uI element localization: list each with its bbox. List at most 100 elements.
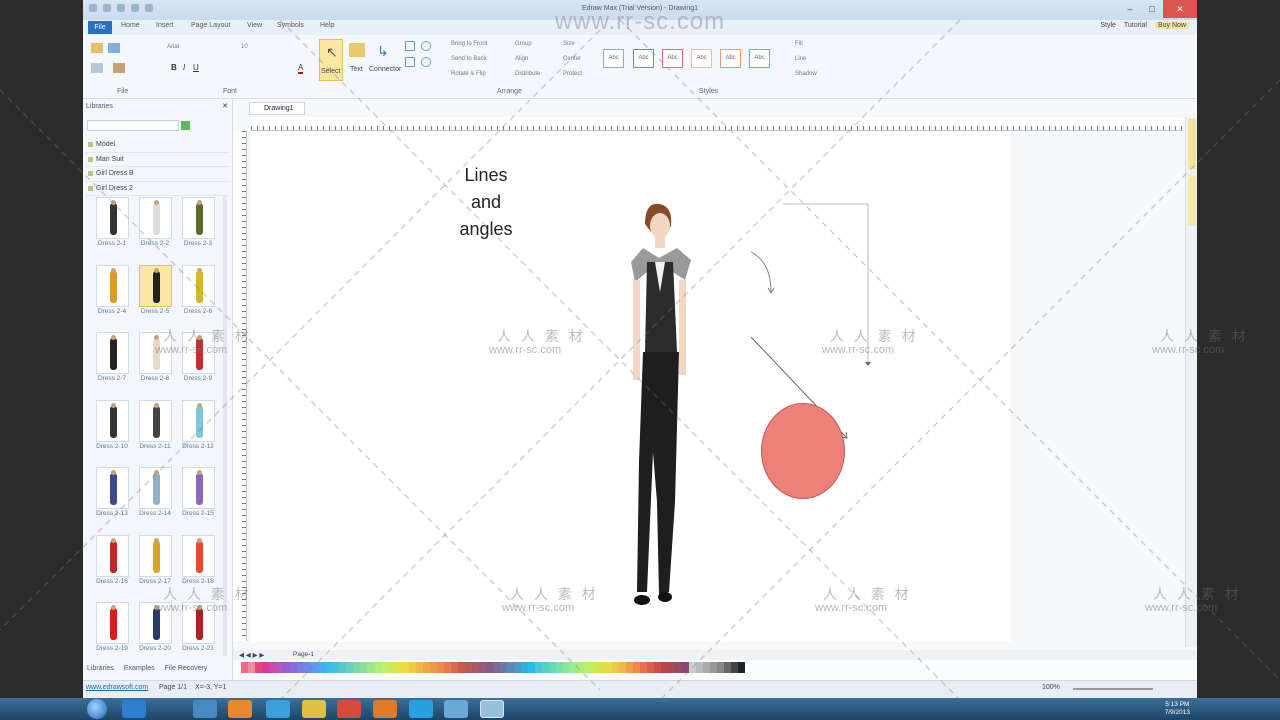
website-link[interactable]: www.edrawsoft.com [86, 684, 148, 691]
chrome-icon[interactable] [337, 700, 361, 718]
color-swatch[interactable] [500, 662, 507, 673]
color-swatch[interactable] [360, 662, 367, 673]
shape-thumbnail[interactable] [96, 264, 129, 307]
shape-thumbnail[interactable] [96, 197, 129, 239]
style-preset-2[interactable]: Abc [633, 49, 654, 68]
size-button[interactable]: Size [563, 41, 575, 47]
color-swatch[interactable] [493, 662, 500, 673]
color-swatch[interactable] [325, 662, 332, 673]
shape-thumbnail[interactable] [182, 197, 215, 239]
text-label[interactable]: Text [350, 66, 363, 73]
color-swatch[interactable] [598, 662, 605, 673]
color-swatch[interactable] [717, 662, 724, 673]
color-swatch[interactable] [353, 662, 360, 673]
open-icon[interactable] [108, 43, 120, 53]
new-icon[interactable] [91, 43, 103, 53]
shape-thumbnail[interactable] [96, 467, 129, 509]
color-swatch[interactable] [255, 662, 262, 673]
font-color-icon[interactable]: A [298, 63, 304, 74]
mail-icon[interactable] [444, 700, 468, 718]
color-swatch[interactable] [521, 662, 528, 673]
color-swatch[interactable] [388, 662, 395, 673]
color-swatch[interactable] [248, 662, 255, 673]
tab-file-recovery[interactable]: File Recovery [165, 665, 208, 672]
shape-thumbnail[interactable] [182, 264, 215, 307]
text-shape[interactable]: Lines and angles [446, 162, 526, 243]
font-name-field[interactable]: Arial [167, 44, 179, 50]
paint-icon[interactable] [302, 700, 326, 718]
start-button[interactable] [87, 699, 107, 719]
tab-libraries[interactable]: Libraries [87, 665, 114, 672]
shape-thumbnail[interactable] [96, 332, 129, 374]
color-swatch[interactable] [647, 662, 654, 673]
page-tab[interactable]: Page-1 [293, 651, 314, 658]
color-swatch[interactable] [626, 662, 633, 673]
color-swatch[interactable] [409, 662, 416, 673]
style-preset-6[interactable]: Abc [749, 49, 770, 68]
rotate-flip[interactable]: Rotate & Flip [451, 71, 486, 77]
color-swatch[interactable] [290, 662, 297, 673]
line-tool-icon[interactable] [405, 41, 415, 51]
tab-examples[interactable]: Examples [124, 665, 155, 672]
shape-thumbnail[interactable] [139, 467, 172, 509]
color-swatch[interactable] [339, 662, 346, 673]
color-swatch[interactable] [269, 662, 276, 673]
drawing-page[interactable]: Lines and angles [251, 132, 1011, 642]
color-swatch[interactable] [346, 662, 353, 673]
category-girl-dress-b[interactable]: Girl Dress B [86, 167, 230, 182]
color-swatch[interactable] [318, 662, 325, 673]
color-swatch[interactable] [423, 662, 430, 673]
send-to-back[interactable]: Send to Back [451, 56, 487, 62]
category-model[interactable]: Model [86, 138, 230, 153]
media-icon[interactable] [228, 700, 252, 718]
category-girl-dress-2[interactable]: Girl Dress 2 [86, 182, 230, 196]
color-swatch[interactable] [374, 662, 381, 673]
color-swatch[interactable] [241, 662, 248, 673]
shape-thumbnail[interactable] [96, 602, 129, 644]
color-swatch[interactable] [332, 662, 339, 673]
fill-button[interactable]: Fill [795, 41, 803, 47]
edraw-taskbar-icon[interactable] [480, 700, 504, 718]
firefox-icon[interactable] [373, 700, 397, 718]
add-library-icon[interactable] [181, 121, 190, 130]
color-swatch[interactable] [472, 662, 479, 673]
connector-icon[interactable]: ↳ [377, 43, 389, 60]
color-swatch[interactable] [675, 662, 682, 673]
text-tool-icon[interactable] [349, 43, 365, 57]
dock-tab-export[interactable] [1188, 175, 1196, 225]
color-swatch[interactable] [633, 662, 640, 673]
color-swatch[interactable] [535, 662, 542, 673]
underline-icon[interactable]: U [193, 63, 199, 72]
arc-tool-icon[interactable] [421, 41, 431, 51]
color-swatch[interactable] [696, 662, 703, 673]
color-swatch[interactable] [507, 662, 514, 673]
color-swatch[interactable] [367, 662, 374, 673]
style-preset-1[interactable]: Abc [603, 49, 624, 68]
color-swatch[interactable] [402, 662, 409, 673]
color-swatch[interactable] [430, 662, 437, 673]
color-swatch[interactable] [724, 662, 731, 673]
color-swatch[interactable] [661, 662, 668, 673]
style-preset-3[interactable]: Abc [662, 49, 683, 68]
shape-thumbnail[interactable] [182, 399, 215, 442]
shape-thumbnail[interactable] [139, 197, 172, 239]
italic-icon[interactable]: I [183, 63, 185, 72]
color-swatch[interactable] [640, 662, 647, 673]
color-swatch[interactable] [689, 662, 696, 673]
shadow-button[interactable]: Shadow [795, 71, 817, 77]
color-swatch[interactable] [591, 662, 598, 673]
color-swatch[interactable] [577, 662, 584, 673]
color-swatch[interactable] [605, 662, 612, 673]
color-swatch[interactable] [262, 662, 269, 673]
color-swatch[interactable] [619, 662, 626, 673]
color-swatch[interactable] [528, 662, 535, 673]
skype-icon[interactable] [409, 700, 433, 718]
library-dropdown[interactable] [87, 120, 179, 131]
color-swatch[interactable] [416, 662, 423, 673]
color-swatch[interactable] [304, 662, 311, 673]
style-preset-4[interactable]: Abc [691, 49, 712, 68]
bold-icon[interactable]: B [171, 63, 177, 72]
color-swatch[interactable] [437, 662, 444, 673]
color-swatch[interactable] [542, 662, 549, 673]
shape-thumbnail[interactable] [96, 399, 129, 442]
